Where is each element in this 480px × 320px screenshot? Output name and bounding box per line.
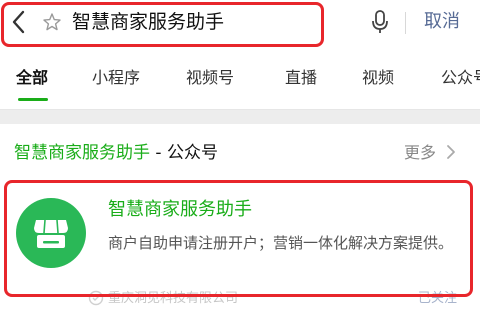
filter-tabs: 全部 小程序 视频号 直播 视频 公众号 [0,52,480,110]
tab-live[interactable]: 直播 [285,65,317,91]
result-highlight-annotation [4,180,473,297]
tab-mini-program[interactable]: 小程序 [92,65,140,91]
tab-all[interactable]: 全部 [16,65,48,91]
divider [405,12,406,34]
active-tab-indicator [18,98,48,101]
microphone-icon[interactable] [370,9,390,35]
chevron-right-icon [447,145,456,159]
more-label: 更多 [404,143,437,162]
search-highlight-annotation [1,2,324,47]
more-link[interactable]: 更多 [404,140,457,166]
section-title: 智慧商家服务助手 - 公众号 [14,140,218,166]
tab-channels[interactable]: 视频号 [186,65,234,91]
tab-video[interactable]: 视频 [362,65,394,91]
cancel-button[interactable]: 取消 [424,8,460,36]
search-header: 智慧商家服务助手 取消 [0,0,480,52]
section-title-suffix: - 公众号 [150,143,218,163]
tab-official-account[interactable]: 公众号 [441,65,480,91]
section-title-highlight: 智慧商家服务助手 [14,143,150,163]
